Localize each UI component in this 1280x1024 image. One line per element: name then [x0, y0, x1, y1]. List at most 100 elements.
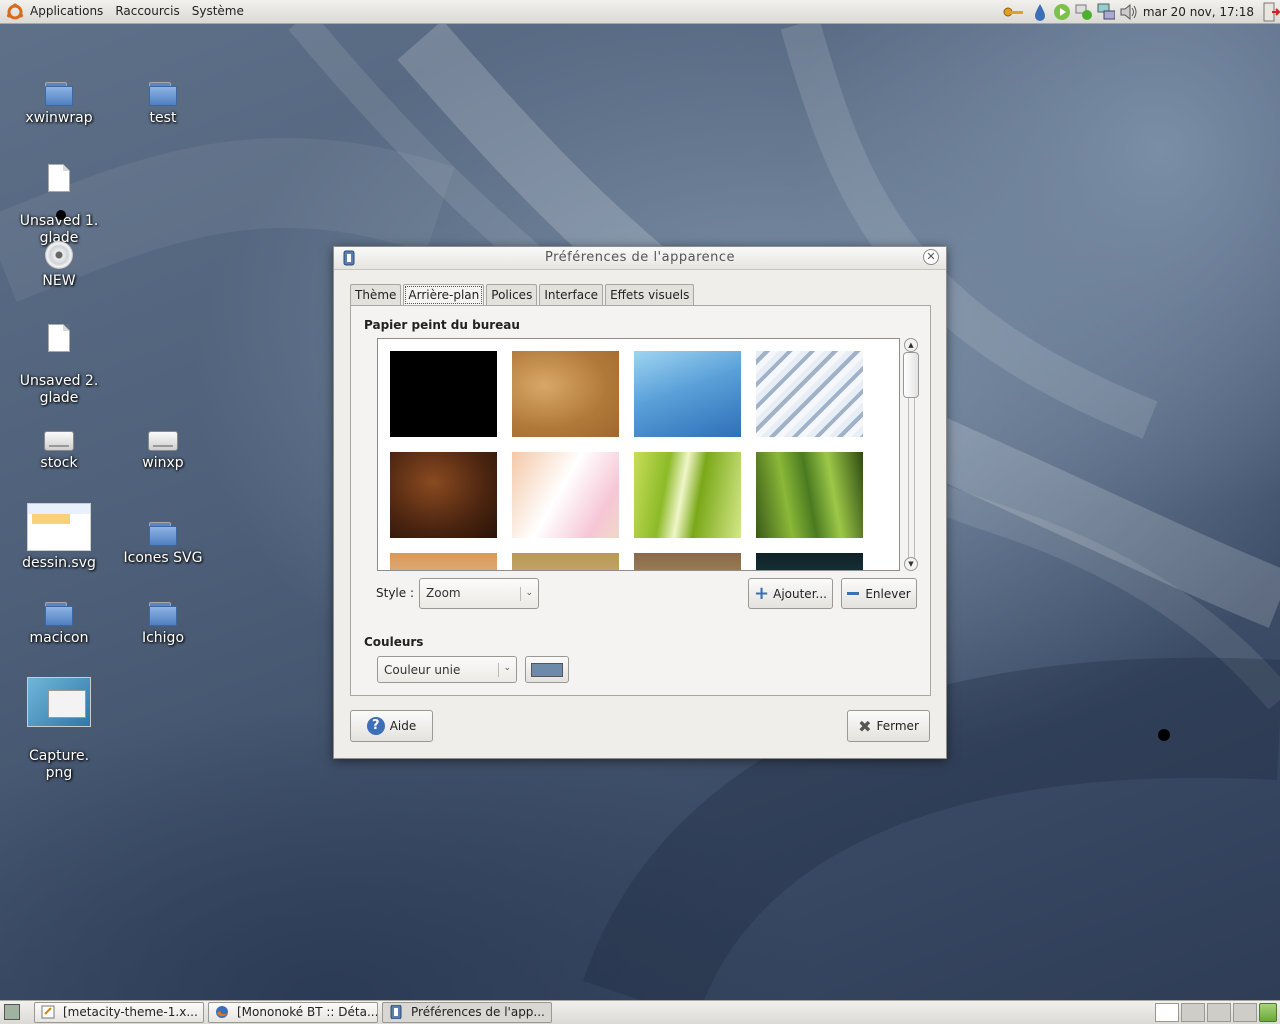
desktop-icon-dessin-svg[interactable]: dessin.svg	[7, 503, 111, 572]
volume-icon[interactable]	[1119, 3, 1137, 21]
cursor-dot	[56, 210, 66, 220]
dialog-titlebar[interactable]: Préférences de l'apparence ✕	[334, 247, 946, 270]
tab-background[interactable]: Arrière-plan	[403, 284, 485, 306]
taskbar-item-metacity[interactable]: [metacity-theme-1.x...	[34, 1002, 204, 1023]
shortcuts-menu[interactable]: Raccourcis	[109, 0, 185, 24]
remove-wallpaper-button[interactable]: Enlever	[841, 578, 917, 609]
wallpaper-thumbnail[interactable]	[512, 351, 619, 437]
network-manager-icon[interactable]	[1097, 3, 1115, 21]
close-button[interactable]: ✖ Fermer	[847, 710, 930, 742]
scroll-down-icon[interactable]: ▼	[904, 557, 918, 571]
clock[interactable]: mar 20 nov, 17:18	[1143, 5, 1254, 19]
text-editor-icon	[41, 1005, 55, 1019]
scroll-thumb[interactable]	[903, 352, 919, 398]
scroll-up-icon[interactable]: ▲	[904, 338, 918, 352]
desktop-icon-xwinwrap[interactable]: xwinwrap	[7, 82, 111, 127]
applications-menu-label: Applications	[30, 4, 104, 18]
combo-separator	[498, 663, 499, 677]
keys-icon[interactable]	[1001, 3, 1027, 21]
wallpaper-thumbnail[interactable]	[756, 351, 863, 437]
desktop-icon-macicon[interactable]: macicon	[7, 602, 111, 647]
wallpaper-thumbnail[interactable]	[512, 452, 619, 538]
desktop-icon-unsaved-2[interactable]: Unsaved 2. glade	[7, 307, 111, 424]
desktop-icon-label: Icones SVG	[123, 550, 203, 566]
wallpaper-thumbnail[interactable]	[390, 351, 497, 437]
applications-menu[interactable]: Applications	[0, 0, 109, 24]
help-button[interactable]: ? Aide	[350, 710, 433, 742]
wallpaper-thumbnail[interactable]	[756, 452, 863, 538]
style-combo-value: Zoom	[426, 586, 461, 600]
firefox-icon	[216, 1006, 228, 1018]
desktop-icon-label: stock	[40, 455, 78, 471]
add-wallpaper-button[interactable]: + Ajouter...	[748, 578, 833, 609]
desktop-icon-stock[interactable]: stock	[7, 431, 111, 472]
show-desktop-icon[interactable]	[4, 1004, 20, 1020]
style-combo[interactable]: Zoom ⌄	[419, 578, 539, 609]
desktop-icon-new[interactable]: NEW	[7, 241, 111, 290]
tab-bar: Thème Arrière-plan Polices Interface Eff…	[350, 284, 696, 306]
wallpaper-gallery[interactable]	[377, 338, 900, 571]
wallpaper-thumbnail[interactable]	[512, 553, 619, 570]
appearance-preferences-dialog: Préférences de l'apparence ✕ Thème Arriè…	[333, 246, 947, 759]
wallpaper-thumbnail[interactable]	[756, 553, 863, 570]
taskbar-item-label: [Mononoké BT :: Déta...	[237, 1005, 378, 1019]
desktop-icon-label: winxp	[142, 455, 184, 471]
desktop-icon-winxp[interactable]: winxp	[111, 431, 215, 472]
workspace-1[interactable]	[1155, 1003, 1179, 1022]
minus-icon	[847, 592, 860, 595]
dialog-title: Préférences de l'apparence	[544, 250, 736, 265]
network-status-icon[interactable]	[1075, 3, 1093, 21]
close-icon[interactable]: ✕	[923, 249, 939, 265]
system-tray: mar 20 nov, 17:18	[999, 0, 1280, 24]
chevron-down-icon: ⌄	[503, 663, 511, 673]
folder-icon	[149, 82, 177, 106]
desktop-icon-icones-svg[interactable]: Icones SVG	[111, 522, 215, 567]
wallpaper-thumbnail[interactable]	[390, 553, 497, 570]
image-thumbnail-icon	[27, 677, 91, 727]
desktop-icon-capture-png[interactable]: Capture. png	[7, 660, 111, 799]
wallpaper-thumbnail[interactable]	[390, 452, 497, 538]
tab-fonts[interactable]: Polices	[486, 284, 538, 305]
color-mode-combo[interactable]: Couleur unie ⌄	[377, 656, 517, 683]
logout-icon[interactable]	[1262, 2, 1280, 22]
desktop-icon-test[interactable]: test	[111, 82, 215, 127]
folder-icon	[45, 82, 73, 106]
background-tab-panel: Papier peint du bureau ▲ ▼ Style : Zoom	[350, 305, 931, 696]
tab-visual-effects[interactable]: Effets visuels	[605, 284, 695, 305]
trash-icon[interactable]	[1259, 1003, 1277, 1022]
hard-drive-icon	[44, 431, 74, 451]
desktop-icon-label: macicon	[29, 630, 89, 646]
add-wallpaper-label: Ajouter...	[773, 586, 827, 601]
desktop-icon-label: test	[149, 110, 177, 126]
water-drop-icon[interactable]	[1031, 3, 1049, 21]
play-icon[interactable]	[1053, 3, 1071, 21]
help-icon: ?	[366, 717, 385, 735]
preferences-app-icon	[390, 1005, 402, 1019]
workspace-2[interactable]	[1181, 1003, 1205, 1022]
desktop-icon-label: Ichigo	[141, 630, 185, 646]
plus-icon: +	[754, 582, 770, 604]
folder-icon	[45, 602, 73, 626]
desktop-icon-label: NEW	[42, 273, 76, 289]
document-icon	[48, 164, 70, 192]
combo-separator	[520, 587, 521, 601]
system-menu[interactable]: Système	[186, 0, 250, 24]
wallpaper-thumbnail[interactable]	[634, 351, 741, 437]
taskbar-item-mononoke[interactable]: [Mononoké BT :: Déta...	[208, 1002, 378, 1023]
color-picker-button[interactable]	[525, 656, 569, 683]
taskbar-item-label: Préférences de l'app...	[411, 1005, 545, 1019]
wallpaper-thumbnail[interactable]	[634, 452, 741, 538]
desktop-icon-label: dessin.svg	[22, 555, 96, 571]
tab-interface[interactable]: Interface	[539, 284, 604, 305]
document-icon	[48, 324, 70, 352]
workspace-3[interactable]	[1207, 1003, 1231, 1022]
folder-icon	[149, 602, 177, 626]
gallery-scrollbar[interactable]: ▲ ▼	[903, 338, 919, 571]
workspace-4[interactable]	[1233, 1003, 1257, 1022]
wallpaper-thumbnail[interactable]	[634, 553, 741, 570]
taskbar-item-preferences[interactable]: Préférences de l'app...	[382, 1002, 552, 1023]
tab-theme[interactable]: Thème	[350, 284, 402, 305]
desktop-icon-label: Capture. png	[28, 748, 90, 781]
desktop-icon-ichigo[interactable]: Ichigo	[111, 602, 215, 647]
help-button-label: Aide	[389, 719, 417, 733]
